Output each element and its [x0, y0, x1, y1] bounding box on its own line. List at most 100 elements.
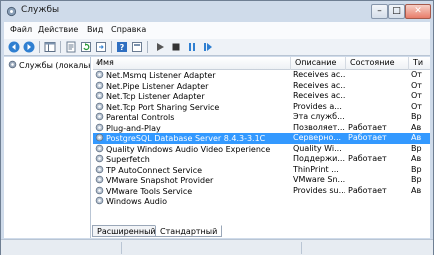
forward-icon[interactable]	[23, 41, 35, 53]
title-bar[interactable]: Службы – □ ✕	[1, 1, 433, 21]
tab-standard-label: Стандартный	[160, 227, 218, 236]
table-row[interactable]: Windows Audio	[93, 196, 430, 207]
sort-up-icon: ▲	[96, 58, 101, 65]
service-state: Работает	[348, 185, 387, 195]
service-startup-type: От	[411, 101, 422, 111]
tree-item-services-local[interactable]: Службы (локальные)	[8, 60, 90, 70]
help-icon[interactable]: ?	[116, 41, 128, 53]
table-row[interactable]: VMware Tools Service Provides su... Работа…	[93, 186, 430, 197]
menu-action[interactable]: Действие	[38, 25, 78, 34]
tab-standard[interactable]: Стандартный	[155, 225, 223, 237]
maximize-button[interactable]: □	[388, 4, 405, 19]
menu-view[interactable]: Вид	[87, 25, 103, 34]
pause-icon[interactable]	[186, 41, 198, 53]
toolbar-separator	[60, 41, 61, 53]
service-startup-type: Вр	[411, 175, 422, 184]
tree-item-label: Службы (локальные)	[19, 61, 90, 70]
service-name: Plug-and-Play	[106, 123, 161, 133]
menu-file[interactable]: Файл	[10, 25, 32, 34]
tab-extended[interactable]: Расширенный	[92, 225, 161, 237]
service-gear-icon	[95, 196, 104, 205]
table-row[interactable]: Net.Tcp Port Sharing Service Provides a..…	[93, 102, 430, 113]
minimize-button[interactable]: –	[371, 4, 388, 19]
service-description: Позволяет...	[293, 122, 345, 132]
back-icon[interactable]	[8, 41, 20, 53]
stop-icon[interactable]	[170, 41, 182, 53]
service-gear-icon	[95, 81, 104, 89]
service-startup-type: Ав	[411, 133, 422, 142]
play-icon[interactable]	[154, 41, 166, 53]
service-description: VMware Sn...	[293, 175, 345, 184]
service-description: Receives ac...	[293, 91, 345, 100]
service-description: Provides a...	[293, 101, 342, 111]
column-header-description[interactable]: Описание	[291, 57, 346, 70]
table-row[interactable]: Quality Windows Audio Video Experience Qu…	[93, 144, 430, 155]
table-row[interactable]: PostgreSQL Database Server 8.4.3-3.1C Сер…	[93, 133, 430, 144]
toolbar-separator	[147, 41, 148, 53]
service-gear-icon	[95, 133, 104, 142]
service-name: Net.Msmq Listener Adapter	[106, 71, 216, 80]
column-description-label: Описание	[295, 58, 337, 67]
service-name: Net.Tcp Listener Adapter	[106, 92, 205, 101]
maximize-icon: □	[392, 6, 401, 16]
service-description: Provides su...	[293, 185, 345, 195]
service-gear-icon	[95, 154, 104, 163]
view-icon[interactable]	[131, 41, 143, 53]
service-startup-type: Ав	[411, 185, 422, 195]
close-button[interactable]: ✕	[405, 4, 431, 19]
service-description: ThinPrint ...	[293, 164, 339, 174]
service-name: VMware Tools Service	[106, 186, 193, 196]
service-gear-icon	[95, 165, 104, 173]
service-state: Работает	[348, 133, 387, 142]
table-row[interactable]: Parental Controls Эта служб... Вр	[93, 112, 430, 123]
close-icon: ✕	[414, 6, 422, 16]
services-app-icon	[6, 6, 17, 17]
table-row[interactable]: Superfetch Поддержи... Работает Ав	[93, 154, 430, 165]
restart-icon[interactable]	[202, 41, 214, 53]
menu-bar: Файл Действие Вид Справка	[4, 22, 430, 39]
table-row[interactable]: TP AutoConnect Service ThinPrint ... Вр	[93, 165, 430, 176]
service-startup-type: Ав	[411, 154, 422, 163]
column-type-label: Ти	[413, 58, 424, 67]
services-window: Службы – □ ✕ Файл Действие Вид Справка ?…	[0, 0, 434, 255]
service-name: VMware Snapshot Provider	[106, 176, 214, 185]
service-startup-type: Ав	[411, 122, 422, 132]
window-title: Службы	[21, 5, 60, 15]
tab-extended-label: Расширенный	[97, 227, 156, 236]
service-name: Windows Audio	[106, 197, 167, 206]
table-row[interactable]: Plug-and-Play Позволяет... Работает Ав	[93, 123, 430, 134]
service-gear-icon	[95, 112, 104, 121]
content-area: Службы (локальные) ▲ Имя Описание Состоя…	[4, 57, 430, 238]
table-row[interactable]: Net.Tcp Listener Adapter Receives ac... От	[93, 91, 430, 102]
service-state: Работает	[348, 154, 387, 163]
service-description: Receives ac...	[293, 80, 345, 90]
column-state-label: Состояние	[350, 58, 395, 67]
table-row[interactable]: VMware Snapshot Provider VMware Sn... Вр	[93, 175, 430, 186]
service-name: Net.Tcp Port Sharing Service	[106, 102, 220, 112]
service-startup-type: От	[411, 91, 422, 100]
status-divider	[301, 242, 302, 254]
column-header-state[interactable]: Состояние	[346, 57, 409, 70]
export-icon[interactable]	[95, 41, 107, 53]
service-name: Superfetch	[106, 155, 150, 164]
service-startup-type: От	[411, 70, 422, 79]
refresh-icon[interactable]	[80, 41, 92, 53]
service-name: Parental Controls	[106, 113, 175, 122]
column-header-name[interactable]: ▲ Имя	[93, 57, 291, 70]
properties-icon[interactable]	[65, 41, 77, 53]
gear-icon	[8, 60, 17, 69]
toolbar: ?	[4, 39, 430, 56]
service-gear-icon	[95, 144, 104, 152]
service-startup-type: Вр	[411, 143, 422, 153]
service-startup-type: Вр	[411, 164, 422, 174]
table-row[interactable]: Net.Pipe Listener Adapter Receives ac... О…	[93, 81, 430, 92]
menu-help[interactable]: Справка	[111, 25, 146, 34]
service-name: Quality Windows Audio Video Experience	[106, 144, 271, 154]
column-header-type[interactable]: Ти	[409, 57, 430, 70]
service-description: Receives ac...	[293, 70, 345, 79]
service-description: Серверно...	[293, 133, 342, 142]
table-row[interactable]: Net.Msmq Listener Adapter Receives ac... О…	[93, 70, 430, 81]
toolbar-separator	[39, 41, 40, 53]
console-tree-icon[interactable]	[44, 41, 56, 53]
column-header-bar: ▲ Имя Описание Состояние Ти	[93, 57, 430, 70]
